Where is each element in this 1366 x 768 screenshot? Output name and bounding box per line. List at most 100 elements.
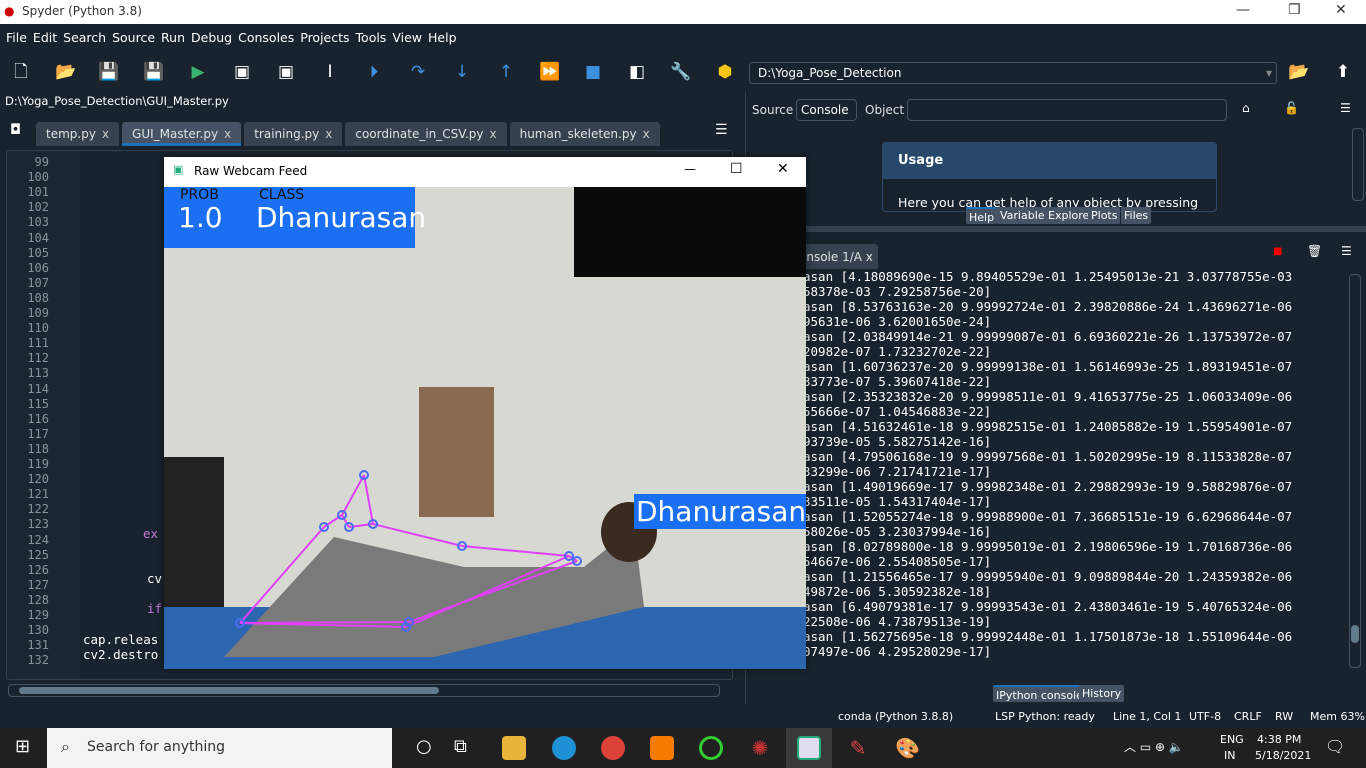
help-options-menu-icon[interactable]: ☰ (1340, 101, 1351, 115)
edge-icon[interactable] (552, 736, 576, 760)
run-cell-advance-icon[interactable]: ▣ (275, 62, 297, 82)
remove-icon[interactable]: 🗑 (1307, 244, 1322, 258)
menu-help[interactable]: Help (428, 30, 461, 45)
menu-run[interactable]: Run (161, 30, 189, 45)
lock-icon[interactable]: 🔓 (1284, 101, 1299, 115)
tab-coordinate-in-csv-py[interactable]: coordinate_in_CSV.py x (345, 122, 507, 146)
console-options-menu-icon[interactable]: ☰ (1341, 244, 1352, 258)
xampp-icon[interactable] (650, 736, 674, 760)
minimize-button[interactable]: — (684, 162, 696, 176)
close-button[interactable]: ✕ (777, 161, 789, 177)
close-tab-icon[interactable]: x (325, 127, 332, 141)
menu-projects[interactable]: Projects (300, 30, 353, 45)
input-language[interactable]: ENG (1220, 733, 1244, 746)
restore-button[interactable]: ❐ (1288, 2, 1301, 18)
new-file-icon[interactable]: 🗋 (10, 62, 32, 82)
cortana-icon[interactable]: ○ (416, 736, 432, 757)
menu-tools[interactable]: Tools (356, 30, 391, 45)
maximize-pane-icon[interactable]: ◧ (626, 62, 648, 82)
paint-palette-icon[interactable]: 🎨 (895, 736, 920, 760)
notifications-icon[interactable]: 🗨 (1325, 737, 1345, 756)
tab-plots[interactable]: Plots (1088, 207, 1121, 224)
encoding: UTF-8 (1189, 710, 1222, 723)
stop-debug-icon[interactable]: ■ (582, 62, 604, 82)
usage-panel: Usage Here you can get help of any objec… (882, 142, 1217, 212)
debug-icon[interactable]: ⏵ (363, 62, 385, 82)
tab-help[interactable]: Help (966, 207, 998, 224)
browse-folder-icon[interactable]: 📂 (1288, 62, 1310, 82)
lsp-status[interactable]: LSP Python: ready (995, 710, 1095, 723)
ipython-console-output[interactable]: asan [4.18089690e-15 9.89405529e-01 1.25… (790, 270, 1337, 662)
menu-consoles[interactable]: Consoles (238, 30, 298, 45)
tab-files[interactable]: Files (1121, 207, 1152, 224)
tab-training-py[interactable]: training.py x (244, 122, 343, 146)
spyder-taskbar-icon[interactable]: ✺ (748, 736, 772, 760)
tab-human-skeleten-py[interactable]: human_skeleten.py x (509, 122, 660, 146)
close-tab-icon[interactable]: x (866, 250, 873, 264)
editor-options-menu-icon[interactable]: ☰ (715, 122, 728, 138)
interrupt-kernel-icon[interactable]: ■ (1273, 246, 1282, 257)
menu-debug[interactable]: Debug (191, 30, 236, 45)
line-number: 127 (27, 577, 49, 592)
python-path-icon[interactable]: ⬢ (714, 62, 736, 82)
skeleton-bone (461, 545, 570, 557)
close-tab-icon[interactable]: x (102, 127, 109, 141)
taskbar-search[interactable]: ⌕ Search for anything (47, 728, 392, 768)
source-value: Console (801, 103, 849, 117)
tab-console[interactable]: onsole 1/A x (795, 244, 878, 269)
tab-variable-explorer[interactable]: Variable Explorer (997, 207, 1097, 224)
help-vertical-scrollbar[interactable] (1352, 128, 1364, 201)
tab-ipython-console[interactable]: IPython console (993, 685, 1086, 702)
chrome-icon[interactable] (601, 736, 625, 760)
parent-directory-icon[interactable]: ⬆ (1332, 62, 1354, 82)
menu-file[interactable]: File (6, 30, 31, 45)
menu-view[interactable]: View (392, 30, 426, 45)
system-tray-icons[interactable]: ︿ ▭ ⊕ 🔈 (1124, 738, 1184, 755)
app-ring-icon[interactable] (699, 736, 723, 760)
save-icon[interactable]: 💾 (98, 62, 120, 82)
source-combo[interactable]: Console (796, 99, 857, 121)
clock-date[interactable]: 5/18/2021 (1255, 749, 1311, 762)
console-vertical-scrollbar[interactable] (1349, 274, 1361, 668)
step-icon[interactable]: ↷ (407, 62, 429, 82)
close-button[interactable]: ✕ (1335, 2, 1347, 18)
file-explorer-icon[interactable] (502, 736, 526, 760)
object-input[interactable] (907, 99, 1227, 121)
paint-icon[interactable]: ✎ (846, 736, 870, 760)
run-selection-icon[interactable]: I (319, 62, 341, 82)
tab-history[interactable]: History (1079, 685, 1125, 702)
open-file-icon[interactable]: 📂 (55, 62, 77, 82)
pane-splitter[interactable] (745, 226, 1366, 232)
save-all-icon[interactable]: 💾 (143, 62, 165, 82)
menu-search[interactable]: Search (63, 30, 110, 45)
console-line: asan [1.56275695e-18 9.99992448e-01 1.17… (803, 629, 1293, 644)
clock-time[interactable]: 4:38 PM (1257, 733, 1301, 746)
continue-icon[interactable]: ⏩ (539, 62, 561, 82)
run-icon[interactable]: ▶ (187, 62, 209, 82)
minimize-button[interactable]: — (1236, 2, 1250, 18)
webcam-taskbar-button[interactable] (786, 728, 832, 768)
task-view-icon[interactable]: ⧉ (454, 736, 467, 757)
tab-temp-py[interactable]: temp.py x (36, 122, 120, 146)
run-cell-icon[interactable]: ▣ (231, 62, 253, 82)
menu-source[interactable]: Source (112, 30, 159, 45)
close-tab-icon[interactable]: x (489, 127, 496, 141)
browse-tabs-icon[interactable]: ◘ (10, 122, 21, 138)
editor-horizontal-scrollbar[interactable] (8, 684, 720, 697)
preferences-wrench-icon[interactable]: 🔧 (670, 62, 692, 82)
tab-gui-master-py[interactable]: GUI_Master.py x (122, 122, 242, 146)
home-icon[interactable]: ⌂ (1242, 101, 1250, 115)
menu-edit[interactable]: Edit (33, 30, 61, 45)
scrollbar-thumb[interactable] (1351, 625, 1359, 643)
scrollbar-thumb[interactable] (19, 687, 439, 694)
close-tab-icon[interactable]: x (643, 127, 650, 141)
prob-value: 1.0 (178, 201, 223, 234)
working-directory-combo[interactable]: D:\Yoga_Pose_Detection ▾ (749, 62, 1277, 84)
input-region[interactable]: IN (1224, 749, 1235, 762)
windows-start-icon[interactable]: ⊞ (15, 736, 30, 757)
maximize-button[interactable]: ☐ (730, 161, 743, 177)
conda-env-status[interactable]: conda (Python 3.8.8) (838, 710, 953, 723)
step-into-icon[interactable]: ↓ (451, 62, 473, 82)
close-tab-icon[interactable]: x (224, 127, 231, 141)
step-return-icon[interactable]: ↑ (495, 62, 517, 82)
